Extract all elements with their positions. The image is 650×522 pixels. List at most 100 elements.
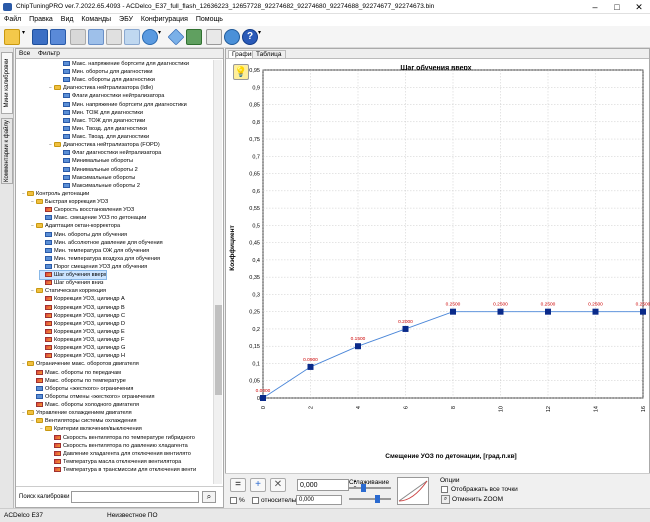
tree-item[interactable]: Шаг обучения вниз — [40, 279, 103, 287]
read-ecu-icon[interactable] — [167, 28, 185, 46]
menu-configuration[interactable]: Конфигурация — [141, 14, 188, 26]
tree-item[interactable]: Максимальные обороты 2 — [58, 182, 140, 190]
tree-item[interactable]: Минимальные обороты 2 — [58, 166, 138, 174]
tree-folder[interactable]: − Диагностика нейтрализатора (FOPD) — [49, 141, 160, 149]
tree-item[interactable]: Флаг диагностики нейтрализатора — [58, 149, 161, 157]
tree-item[interactable]: Макс. обороты холодного двигателя — [31, 401, 139, 409]
tree-item[interactable]: Макс. обороты по передачам — [31, 369, 121, 377]
tree-item[interactable]: Мин. температура воздуха для обучения — [40, 255, 160, 263]
tree-item[interactable]: Макс. Твозд. для диагностики — [58, 133, 149, 141]
show-all-points-checkbox[interactable] — [441, 486, 448, 493]
data-point[interactable] — [592, 308, 599, 315]
open-dropdown-icon[interactable]: ▾ — [22, 29, 28, 45]
copy-icon[interactable] — [88, 29, 104, 45]
value-input[interactable]: 0,000 — [297, 479, 349, 491]
tree-folder[interactable]: − Ограничение макс. оборотов двигателя — [22, 360, 139, 368]
tab-mini-calibrations[interactable]: Мини калибровки — [1, 52, 13, 114]
scrollbar-thumb[interactable] — [215, 305, 222, 395]
tools-icon[interactable] — [206, 29, 222, 45]
menu-help[interactable]: Помощь — [196, 14, 223, 26]
menu-ecu[interactable]: ЭБУ — [119, 14, 133, 26]
tree-item[interactable]: Коррекция УОЗ, цилиндр F — [40, 336, 124, 344]
tree-item[interactable]: Мин. Твозд. для диагностики — [58, 125, 147, 133]
smoothing2-slider[interactable] — [375, 495, 380, 503]
tree-item[interactable]: Коррекция УОЗ, цилиндр E — [40, 328, 125, 336]
tree-item[interactable]: Температура в трансмиссии для отключения… — [49, 466, 196, 474]
save-icon[interactable] — [32, 29, 48, 45]
data-point[interactable] — [640, 308, 646, 315]
tree-item[interactable]: Макс. обороты по температуре — [31, 377, 126, 385]
data-point[interactable] — [260, 395, 266, 401]
maximize-icon[interactable]: □ — [606, 0, 628, 14]
tree-item[interactable]: Макс. ТОЖ для диагностики — [58, 117, 145, 125]
tree-item[interactable]: Флаги диагностики нейтрализатора — [58, 92, 164, 100]
open-icon[interactable] — [4, 29, 20, 45]
data-point[interactable] — [355, 343, 361, 350]
percent-checkbox[interactable] — [230, 497, 237, 504]
paste-icon[interactable] — [106, 29, 122, 45]
tree-item[interactable]: Давление хладагента для отключения венти… — [49, 450, 191, 458]
tree-item[interactable]: Скорость вентилятора по температуре гибр… — [49, 434, 195, 442]
save-as-icon[interactable] — [50, 29, 66, 45]
tree-item[interactable]: Мин. обороты для обучения — [40, 231, 127, 239]
data-point[interactable] — [497, 308, 504, 315]
tree-folder[interactable]: − Диагностика нейтрализатора (Idle) — [49, 84, 153, 92]
tree-item[interactable]: Обороты «жесткого» ограничения — [31, 385, 133, 393]
compare-icon[interactable] — [124, 29, 140, 45]
data-point[interactable] — [307, 363, 314, 370]
tree-item[interactable]: Коррекция УОЗ, цилиндр B — [40, 304, 125, 312]
cancel-zoom-button[interactable]: Отменить ZOOM — [452, 496, 503, 503]
minimize-icon[interactable]: – — [584, 0, 606, 14]
tree-item[interactable]: Мин. температура ОЖ для обучения — [40, 247, 149, 255]
tree-item[interactable]: Коррекция УОЗ, цилиндр G — [40, 344, 125, 352]
equal-icon[interactable]: = — [230, 478, 246, 492]
tree-item[interactable]: Макс. напряжение бортсети для диагностик… — [58, 60, 189, 68]
smoothing-preview-icon[interactable] — [397, 477, 429, 505]
close-icon[interactable]: ✕ — [628, 0, 650, 14]
tree-folder[interactable]: − Вентиляторы системы охлаждения — [31, 417, 137, 425]
tree-item[interactable]: Мин. ТОЖ для диагностики — [58, 109, 143, 117]
tree-folder[interactable]: − Управление охлаждением двигателя — [22, 409, 132, 417]
tree-scrollbar[interactable] — [213, 60, 222, 484]
help-dropdown-icon[interactable]: ▾ — [258, 29, 264, 45]
menu-commands[interactable]: Команды — [81, 14, 111, 26]
tree-item[interactable]: Коррекция УОЗ, цилиндр A — [40, 295, 125, 303]
tree-item[interactable]: Коррекция УОЗ, цилиндр C — [40, 312, 125, 320]
tree-item[interactable]: Порог смещения УОЗ для обучения — [40, 263, 147, 271]
search-icon[interactable]: ⌕ — [202, 491, 216, 503]
tab-all[interactable]: Все — [19, 50, 30, 57]
tree-item[interactable]: Мин. обороты для диагностики — [58, 68, 153, 76]
tree-item[interactable]: Максимальные обороты — [58, 174, 135, 182]
tree-item[interactable]: Минимальные обороты — [58, 157, 133, 165]
connect-icon[interactable] — [142, 29, 158, 45]
tree-item[interactable]: Макс. смещение УОЗ по детонации — [40, 214, 146, 222]
tree-item[interactable]: Мин. напряжение бортсети для диагностики — [58, 101, 187, 109]
checksum-icon[interactable] — [186, 29, 202, 45]
tree-item[interactable]: Скорость вентилятора по давлению хладаге… — [49, 442, 188, 450]
menu-file[interactable]: Файл — [4, 14, 21, 26]
update-icon[interactable] — [224, 29, 240, 45]
menu-view[interactable]: Вид — [61, 14, 74, 26]
tab-file-comments[interactable]: Комментарии к файлу — [1, 118, 13, 184]
tree-folder[interactable]: − Адаптация октан-корректора — [31, 222, 120, 230]
add-icon[interactable]: + — [250, 478, 266, 492]
tab-table[interactable]: Таблица — [252, 50, 286, 58]
tree-item[interactable]: Обороты отмены «жесткого» ограничения — [31, 393, 155, 401]
tree-item[interactable]: Скорость восстановления УОЗ — [40, 206, 134, 214]
tree-folder[interactable]: − Критерии включения/выключения — [40, 425, 142, 433]
multiply-icon[interactable]: ✕ — [270, 478, 286, 492]
tree-folder[interactable]: − Контроль детонации — [22, 190, 89, 198]
relative-checkbox[interactable] — [252, 497, 259, 504]
data-point[interactable] — [402, 325, 409, 332]
connect-dropdown-icon[interactable]: ▾ — [158, 29, 164, 45]
zoom-icon[interactable]: ⌕ — [441, 495, 450, 504]
tree-item[interactable]: Мин. абсолютное давление для обучения — [40, 239, 163, 247]
cut-icon[interactable] — [70, 29, 86, 45]
tree-item[interactable]: Макс. обороты для диагностики — [58, 76, 155, 84]
tree-item[interactable]: Коррекция УОЗ, цилиндр H — [40, 352, 125, 360]
search-input[interactable] — [71, 491, 199, 503]
tree-folder[interactable]: − Быстрая коррекция УОЗ — [31, 198, 108, 206]
help-icon[interactable]: ? — [242, 29, 258, 45]
tree-item[interactable]: Коррекция УОЗ, цилиндр D — [40, 320, 125, 328]
data-point[interactable] — [545, 308, 551, 315]
